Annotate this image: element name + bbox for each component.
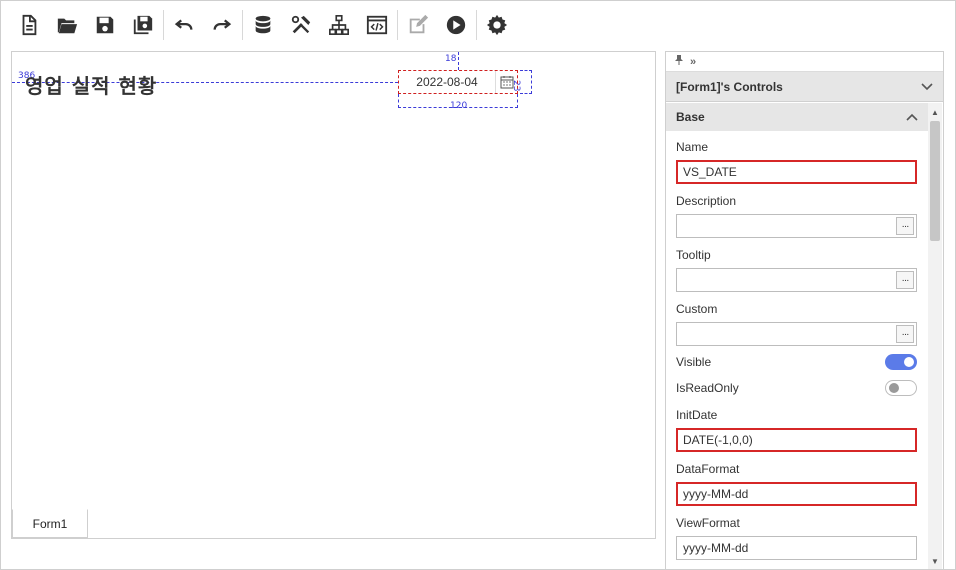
viewformat-field[interactable]: yyyy-MM-dd: [676, 536, 917, 560]
code-icon: [366, 15, 388, 35]
toolbar: [10, 8, 516, 42]
readonly-label: IsReadOnly: [676, 381, 739, 395]
tab-form1[interactable]: Form1: [12, 509, 88, 538]
initdate-label: InitDate: [676, 408, 718, 422]
visible-label: Visible: [676, 355, 712, 369]
chevron-up-icon[interactable]: [906, 113, 918, 121]
guide-line-vertical: [458, 52, 459, 70]
panel-pin-bar: »: [666, 52, 943, 72]
hierarchy-button[interactable]: [320, 8, 358, 42]
open-folder-icon: [57, 18, 78, 34]
toggle-knob: [889, 383, 899, 393]
dataformat-field[interactable]: yyyy-MM-dd: [676, 482, 917, 506]
initdate-field[interactable]: DATE(-1,0,0): [676, 428, 917, 452]
settings-icon: [486, 14, 508, 36]
database-icon: [255, 15, 271, 34]
section-title: Base: [676, 110, 705, 124]
design-canvas[interactable]: 386 18 120 23 영업 실적 현황 2022-08-04 Form1: [11, 51, 656, 539]
date-picker-control[interactable]: 2022-08-04: [398, 70, 518, 94]
readonly-toggle[interactable]: [885, 380, 917, 396]
tooltip-label: Tooltip: [676, 248, 711, 262]
toolbar-separator: [397, 10, 398, 40]
panel-title: [Form1]'s Controls: [676, 79, 783, 94]
selection-guide-right: [520, 70, 532, 94]
redo-button[interactable]: [203, 8, 241, 42]
tools-icon: [291, 15, 311, 34]
new-file-button[interactable]: [10, 8, 48, 42]
toolbar-separator: [242, 10, 243, 40]
toolbar-separator: [163, 10, 164, 40]
run-button[interactable]: [437, 8, 475, 42]
undo-icon: [174, 19, 193, 30]
collapse-icon[interactable]: »: [690, 56, 696, 68]
code-button[interactable]: [358, 8, 396, 42]
settings-button[interactable]: [478, 8, 516, 42]
custom-label: Custom: [676, 302, 718, 316]
database-button[interactable]: [244, 8, 282, 42]
description-field[interactable]: ···: [676, 214, 917, 238]
hierarchy-icon: [329, 15, 349, 35]
pin-icon[interactable]: [674, 55, 684, 68]
new-file-icon: [22, 14, 37, 36]
name-value: VS_DATE: [683, 165, 737, 179]
viewformat-label: ViewFormat: [676, 516, 740, 530]
dataformat-label: DataFormat: [676, 462, 740, 476]
chevron-down-icon[interactable]: [921, 82, 933, 91]
measure-top: 18: [445, 54, 457, 64]
name-field[interactable]: VS_DATE: [676, 160, 917, 184]
undo-button[interactable]: [165, 8, 203, 42]
title-label[interactable]: 영업 실적 현황: [25, 70, 157, 99]
tooltip-field[interactable]: ···: [676, 268, 917, 292]
ellipsis-button[interactable]: ···: [896, 217, 914, 235]
save-icon: [96, 16, 114, 34]
scroll-down-icon[interactable]: ▼: [928, 554, 942, 568]
save-all-icon: [133, 15, 153, 35]
run-icon: [446, 15, 466, 35]
edit-button[interactable]: [399, 8, 437, 42]
properties-panel: » [Form1]'s Controls Base ▲ ▼ Name VS_DA…: [665, 51, 944, 570]
scroll-thumb[interactable]: [930, 121, 940, 241]
viewformat-value: yyyy-MM-dd: [683, 541, 749, 555]
custom-field[interactable]: ···: [676, 322, 917, 346]
panel-header[interactable]: [Form1]'s Controls: [666, 72, 943, 102]
save-all-button[interactable]: [124, 8, 162, 42]
redo-icon: [213, 19, 232, 30]
dataformat-value: yyyy-MM-dd: [683, 487, 749, 501]
selection-guide: [398, 94, 518, 108]
panel-scrollbar[interactable]: ▲ ▼: [928, 103, 942, 569]
toolbar-separator: [476, 10, 477, 40]
open-folder-button[interactable]: [48, 8, 86, 42]
edit-icon: [409, 14, 429, 34]
calendar-icon[interactable]: [495, 71, 517, 93]
date-value: 2022-08-04: [416, 75, 478, 89]
section-header-base[interactable]: Base: [666, 103, 928, 131]
ellipsis-button[interactable]: ···: [896, 325, 914, 343]
name-label: Name: [676, 140, 709, 154]
scroll-up-icon[interactable]: ▲: [928, 105, 942, 119]
toggle-knob: [904, 357, 914, 367]
description-label: Description: [676, 194, 737, 208]
initdate-value: DATE(-1,0,0): [683, 433, 753, 447]
visible-toggle[interactable]: [885, 354, 917, 370]
save-button[interactable]: [86, 8, 124, 42]
tools-button[interactable]: [282, 8, 320, 42]
ellipsis-button[interactable]: ···: [896, 271, 914, 289]
